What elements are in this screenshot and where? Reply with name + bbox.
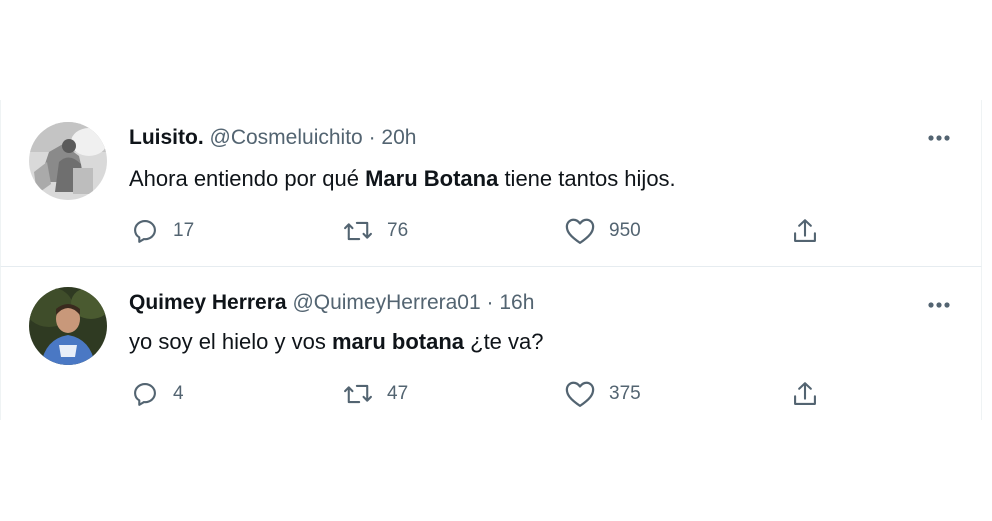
user-handle[interactable]: @Cosmeluichito [210,126,363,149]
tweet-text-bold: Maru Botana [365,166,499,191]
separator-dot: · [486,291,494,314]
more-icon [928,302,950,308]
tweet-header: Luisito. @Cosmeluichito · 20h [129,124,416,152]
tweet-text-start: Ahora entiendo por qué [129,166,366,191]
share-button[interactable] [791,214,819,248]
tweet-text-start: yo soy el hielo y vos [129,329,332,354]
avatar-photo-dark-icon [29,287,107,365]
reply-icon [134,383,156,406]
more-button[interactable] [927,126,951,150]
avatar-photo-light-icon [29,122,107,200]
share-icon [794,219,816,242]
share-button[interactable] [791,377,819,411]
tweet-text-bold: maru botana [331,329,465,354]
tweet-text: Ahora entiendo por qué Maru Botana tiene… [129,164,676,194]
tweet-feed: Luisito. @Cosmeluichito · 20h Ahora enti… [0,100,982,420]
like-count: 375 [609,383,641,404]
tweet-actions: 17 76 950 [129,214,829,248]
reply-button[interactable]: 4 [131,377,184,411]
display-name[interactable]: Luisito. [129,126,204,149]
timestamp[interactable]: 16h [499,291,534,314]
share-icon [794,382,816,405]
reply-button[interactable]: 17 [131,214,194,248]
user-handle[interactable]: @QuimeyHerrera01 [292,291,480,314]
like-count: 950 [609,220,641,241]
avatar[interactable] [29,122,107,200]
tweet-actions: 4 47 375 [129,377,829,411]
separator-dot: · [368,126,376,149]
avatar[interactable] [29,287,107,365]
more-button[interactable] [927,293,951,317]
retweet-count: 76 [387,220,409,241]
tweet[interactable]: Luisito. @Cosmeluichito · 20h Ahora enti… [0,100,982,266]
retweet-icon [344,384,372,404]
display-name[interactable]: Quimey Herrera [129,291,287,314]
timestamp[interactable]: 20h [381,126,416,149]
retweet-icon [344,221,372,241]
tweet-text-end: ¿te va? [464,329,544,354]
like-icon [565,218,595,244]
like-button[interactable]: 950 [565,214,641,248]
tweet-header: Quimey Herrera @QuimeyHerrera01 · 16h [129,289,534,317]
reply-count: 4 [173,383,184,404]
like-icon [565,381,595,407]
tweet[interactable]: Quimey Herrera @QuimeyHerrera01 · 16h yo… [0,266,982,420]
retweet-button[interactable]: 76 [343,214,408,248]
like-button[interactable]: 375 [565,377,641,411]
tweet-text-end: tiene tantos hijos. [498,166,676,191]
retweet-count: 47 [387,383,409,404]
reply-icon [134,220,156,243]
more-icon [928,135,950,141]
tweet-text: yo soy el hielo y vos maru botana ¿te va… [129,327,544,357]
retweet-button[interactable]: 47 [343,377,408,411]
reply-count: 17 [173,220,195,241]
